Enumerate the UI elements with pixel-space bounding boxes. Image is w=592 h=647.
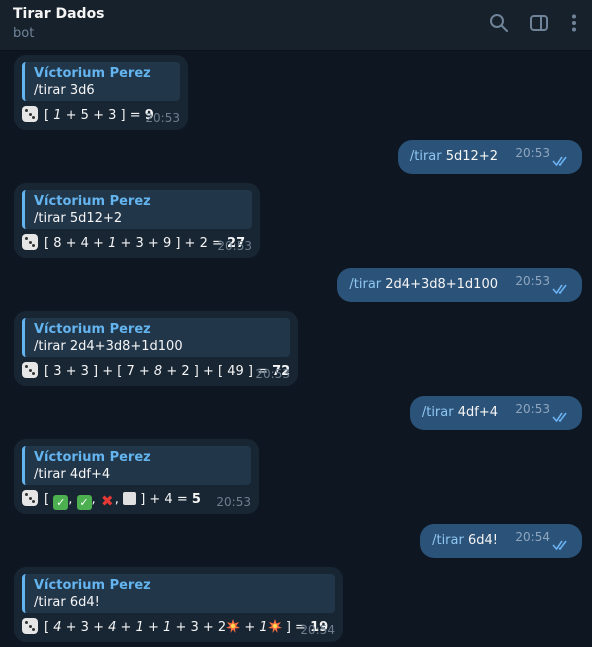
message-time: 20:54 xyxy=(515,530,550,544)
read-checkmarks-icon xyxy=(552,156,567,167)
incoming-message[interactable]: Víctorium Perez /tirar 2d4+3d8+1d100 [ 3… xyxy=(14,311,298,386)
quote-sender: Víctorium Perez xyxy=(34,66,151,81)
message-time: 20:53 xyxy=(217,239,252,253)
quote-sender: Víctorium Perez xyxy=(34,450,151,465)
check-mark-icon: ✓ xyxy=(53,495,69,510)
command-args: 4df+4 xyxy=(457,405,498,420)
reply-quote[interactable]: Víctorium Perez /tirar 2d4+3d8+1d100 xyxy=(22,318,290,357)
read-checkmarks-icon xyxy=(552,540,567,551)
dice-icon xyxy=(22,234,38,250)
outgoing-message[interactable]: /tirar 5d12+2 20:53 xyxy=(397,140,582,174)
blank-square-icon xyxy=(123,492,137,505)
read-checkmarks-icon xyxy=(552,284,567,295)
more-options-icon[interactable] xyxy=(564,13,584,33)
quote-sender: Víctorium Perez xyxy=(34,322,151,337)
message-time: 20:53 xyxy=(515,146,550,160)
command-args: 5d12+2 xyxy=(445,149,498,164)
search-icon[interactable] xyxy=(489,13,509,33)
message-time: 20:53 xyxy=(515,274,550,288)
incoming-message[interactable]: Víctorium Perez /tirar 6d4! [ 4 + 3 + 4 … xyxy=(14,567,343,642)
message-time: 20:53 xyxy=(216,495,251,509)
dice-icon xyxy=(22,618,38,634)
bot-command-link[interactable]: /tirar xyxy=(422,405,454,420)
dice-icon xyxy=(22,106,38,122)
outgoing-message[interactable]: /tirar 4df+4 20:53 xyxy=(409,396,582,430)
message-time: 20:54 xyxy=(300,623,335,637)
message-list[interactable]: Víctorium Perez /tirar 3d6 [ 1 + 5 + 3 ]… xyxy=(0,51,592,647)
chat-header: Tirar Dados bot xyxy=(0,0,592,51)
bot-command-link[interactable]: /tirar xyxy=(410,149,442,164)
quote-text: /tirar 6d4! xyxy=(34,595,100,610)
quote-sender: Víctorium Perez xyxy=(34,194,151,209)
chat-subtitle: bot xyxy=(13,26,35,41)
outgoing-message[interactable]: /tirar 6d4! 20:54 xyxy=(420,524,582,558)
explosion-icon xyxy=(226,619,241,633)
sidebar-toggle-icon[interactable] xyxy=(529,13,549,33)
cross-mark-icon: ✖ xyxy=(100,492,114,510)
command-args: 2d4+3d8+1d100 xyxy=(385,277,498,292)
explosion-icon xyxy=(267,619,282,633)
message-time: 20:53 xyxy=(515,402,550,416)
outgoing-message[interactable]: /tirar 2d4+3d8+1d100 20:53 xyxy=(337,268,582,302)
reply-quote[interactable]: Víctorium Perez /tirar 4df+4 xyxy=(22,446,251,485)
check-mark-icon: ✓ xyxy=(76,495,92,510)
quote-text: /tirar 3d6 xyxy=(34,83,95,98)
dice-icon xyxy=(22,362,38,378)
incoming-message[interactable]: Víctorium Perez /tirar 4df+4 [ ✓, ✓, ✖, … xyxy=(14,439,259,514)
reply-quote[interactable]: Víctorium Perez /tirar 5d12+2 xyxy=(22,190,252,229)
roll-result: [ 4 + 3 + 4 + 1 + 1 + 3 + 2 + 1 ] = 19 xyxy=(22,618,335,636)
quote-text: /tirar 2d4+3d8+1d100 xyxy=(34,339,183,354)
incoming-message[interactable]: Víctorium Perez /tirar 5d12+2 [ 8 + 4 + … xyxy=(14,183,260,258)
message-time: 20:53 xyxy=(255,367,290,381)
quote-sender: Víctorium Perez xyxy=(34,578,151,593)
chat-title[interactable]: Tirar Dados xyxy=(13,6,105,22)
roll-result: [ 3 + 3 ] + [ 7 + 8 + 2 ] + [ 49 ] = 72 xyxy=(22,362,290,380)
quote-text: /tirar 5d12+2 xyxy=(34,211,123,226)
incoming-message[interactable]: Víctorium Perez /tirar 3d6 [ 1 + 5 + 3 ]… xyxy=(14,55,188,130)
bot-command-link[interactable]: /tirar xyxy=(432,533,464,548)
quote-text: /tirar 4df+4 xyxy=(34,467,111,482)
message-time: 20:53 xyxy=(145,111,180,125)
bot-command-link[interactable]: /tirar xyxy=(349,277,381,292)
reply-quote[interactable]: Víctorium Perez /tirar 6d4! xyxy=(22,574,335,613)
reply-quote[interactable]: Víctorium Perez /tirar 3d6 xyxy=(22,62,180,101)
command-args: 6d4! xyxy=(467,533,498,548)
dice-icon xyxy=(22,490,38,506)
read-checkmarks-icon xyxy=(552,412,567,423)
